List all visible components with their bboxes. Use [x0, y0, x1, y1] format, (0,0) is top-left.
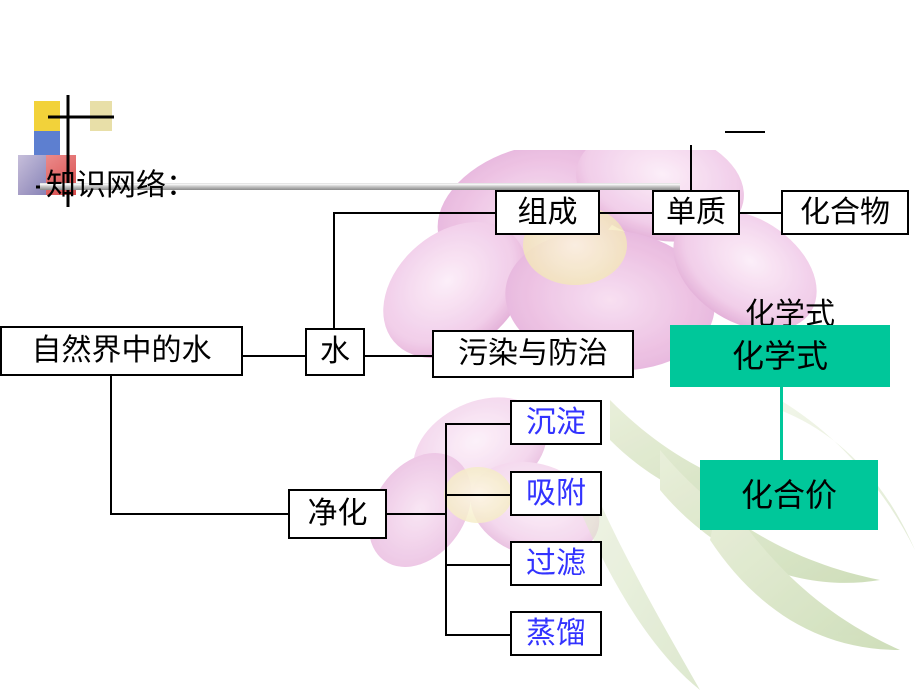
- connector-element-to-compound: [740, 212, 781, 214]
- node-purification[interactable]: 净化: [288, 489, 387, 539]
- connector-water-to-pollution: [365, 355, 432, 357]
- connector-left-down: [110, 376, 112, 514]
- node-filter[interactable]: 过滤: [510, 541, 602, 586]
- connector-above-element: [690, 145, 692, 190]
- connector-water-up: [333, 213, 335, 337]
- node-distill[interactable]: 蒸馏: [510, 611, 602, 656]
- node-element[interactable]: 单质: [652, 190, 740, 235]
- node-element-label: 单质: [666, 195, 726, 229]
- node-purification-label: 净化: [307, 497, 368, 530]
- node-water-label: 水: [320, 335, 350, 368]
- node-pollution[interactable]: 污染与防治: [432, 330, 634, 378]
- connector-nature-to-water: [243, 355, 305, 357]
- node-chemical-formula-label: 化学式: [731, 338, 828, 374]
- connector-to-filter: [445, 564, 510, 566]
- connector-to-distill: [445, 634, 510, 636]
- node-distill-label: 蒸馏: [526, 616, 586, 650]
- node-compound-label: 化合物: [800, 195, 890, 229]
- connector-formula-to-valence: [780, 385, 783, 460]
- node-nature-water[interactable]: 自然界中的水: [0, 326, 243, 376]
- node-adsorb[interactable]: 吸附: [510, 471, 602, 516]
- node-composition[interactable]: 组成: [495, 190, 600, 235]
- node-valence[interactable]: 化合价: [700, 460, 878, 530]
- page-title: 知识网络：: [46, 169, 196, 202]
- connector-top-stub: [725, 131, 765, 133]
- connector-to-precipitate: [445, 423, 510, 425]
- node-valence-label: 化合价: [740, 477, 837, 513]
- node-precipitate[interactable]: 沉淀: [510, 400, 602, 445]
- node-chemical-formula[interactable]: 化学式: [670, 325, 890, 387]
- node-filter-label: 过滤: [526, 546, 586, 580]
- node-composition-label: 组成: [517, 195, 578, 229]
- connector-purification-out: [387, 513, 446, 515]
- node-nature-water-label: 自然界中的水: [31, 334, 212, 367]
- slide-canvas: 知识网络： 自然界中的水 水 组成 单质 化合物 污染与防治 化学式 化学式 化…: [0, 0, 920, 690]
- connector-to-purification: [110, 513, 288, 515]
- node-pollution-label: 污染与防治: [458, 337, 608, 370]
- connector-branch-bus: [445, 423, 447, 635]
- node-water[interactable]: 水: [305, 328, 365, 376]
- connector-to-adsorb: [445, 494, 510, 496]
- connector-to-composition: [333, 212, 495, 214]
- connector-composition-to-element: [600, 212, 652, 214]
- node-compound[interactable]: 化合物: [781, 190, 909, 235]
- node-precipitate-label: 沉淀: [526, 405, 586, 439]
- node-adsorb-label: 吸附: [526, 476, 586, 510]
